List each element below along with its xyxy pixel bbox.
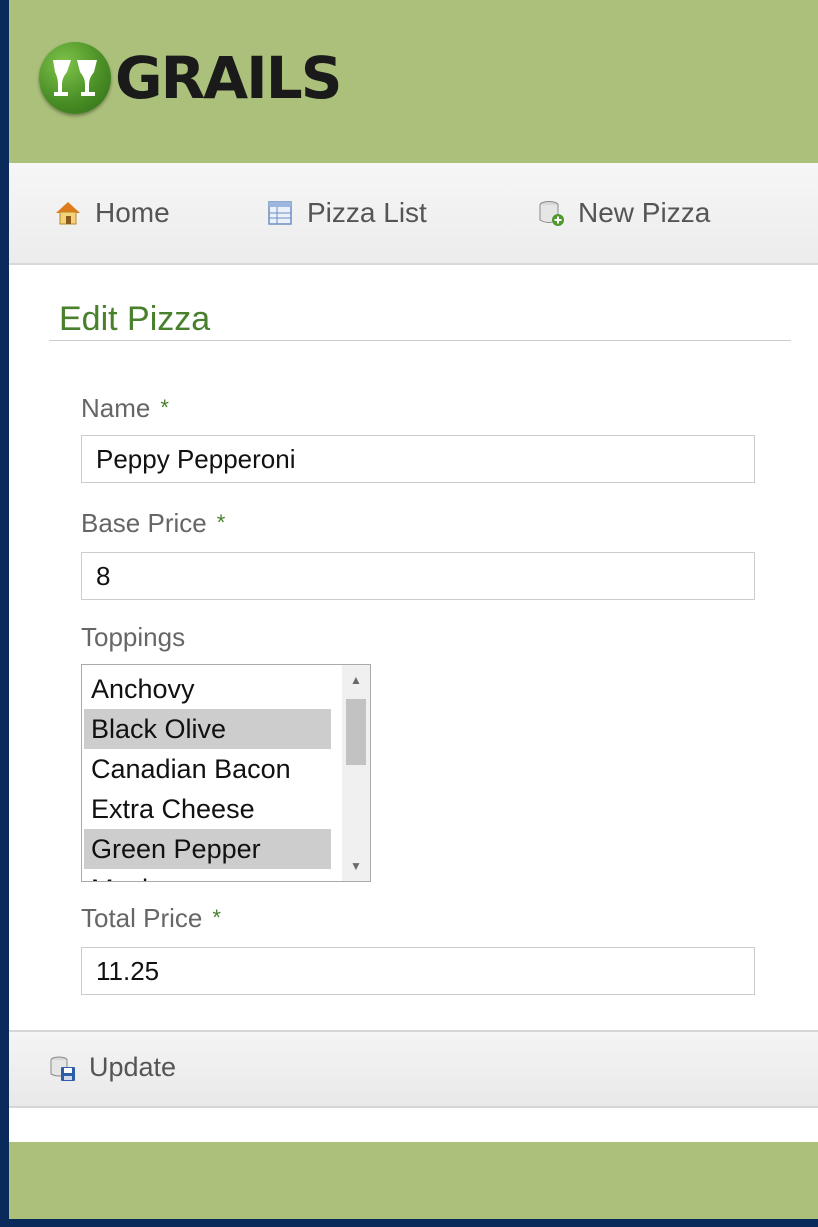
- scroll-down-arrow-icon[interactable]: ▼: [342, 853, 370, 879]
- update-button[interactable]: Update: [47, 1052, 176, 1083]
- base-price-label-text: Base Price: [81, 508, 207, 538]
- scroll-thumb[interactable]: [346, 699, 366, 765]
- topping-option[interactable]: Black Olive: [84, 709, 331, 749]
- nav-new-pizza-link[interactable]: New Pizza: [536, 197, 710, 229]
- nav-new-pizza-label: New Pizza: [578, 197, 711, 228]
- base-price-label: Base Price *: [81, 508, 225, 539]
- topping-option[interactable]: Green Pepper: [84, 829, 331, 869]
- total-price-input[interactable]: [81, 947, 755, 995]
- name-label-text: Name: [81, 393, 151, 423]
- new-record-icon: [536, 198, 566, 228]
- update-label: Update: [89, 1052, 177, 1082]
- total-price-label-text: Total Price: [81, 903, 203, 933]
- toppings-label: Toppings: [81, 622, 186, 652]
- nav-home-link[interactable]: Home: [53, 197, 170, 229]
- name-label: Name *: [81, 393, 169, 424]
- button-bar: Update: [9, 1030, 818, 1108]
- required-mark: *: [216, 510, 226, 535]
- required-mark: *: [212, 905, 221, 930]
- header-banner: GRAILS: [9, 0, 818, 163]
- nav-home-label: Home: [95, 197, 170, 228]
- grails-logo[interactable]: GRAILS: [39, 42, 342, 114]
- toppings-options: Anchovy Black Olive Canadian Bacon Extra Ch…: [82, 669, 331, 881]
- nav-pizza-list-link[interactable]: Pizza List: [265, 197, 427, 229]
- name-input[interactable]: [81, 435, 755, 483]
- toppings-multiselect[interactable]: Anchovy Black Olive Canadian Bacon Extra Ch…: [81, 664, 371, 882]
- house-icon: [53, 198, 83, 228]
- grails-cup-icon: [39, 42, 111, 114]
- nav-bar: Home Pizza List New Pizza: [9, 163, 818, 265]
- save-icon: [47, 1053, 77, 1083]
- footer-banner: [9, 1142, 818, 1219]
- topping-option[interactable]: Anchovy: [84, 669, 331, 709]
- list-icon: [265, 198, 295, 228]
- topping-option[interactable]: Mushroom: [84, 869, 331, 881]
- required-mark: *: [160, 395, 169, 420]
- app-window: GRAILS Home Pizza List New Pizza Edit Pi…: [9, 0, 818, 1219]
- total-price-label: Total Price *: [81, 903, 221, 934]
- title-divider: [49, 340, 791, 341]
- base-price-input[interactable]: [81, 552, 755, 600]
- topping-option[interactable]: Canadian Bacon: [84, 749, 331, 789]
- nav-pizza-list-label: Pizza List: [307, 197, 427, 228]
- toppings-scrollbar[interactable]: ▲ ▼: [342, 665, 370, 881]
- page-title: Edit Pizza: [59, 300, 211, 338]
- scroll-up-arrow-icon[interactable]: ▲: [342, 667, 370, 693]
- logo-text: GRAILS: [115, 44, 342, 112]
- topping-option[interactable]: Extra Cheese: [84, 789, 331, 829]
